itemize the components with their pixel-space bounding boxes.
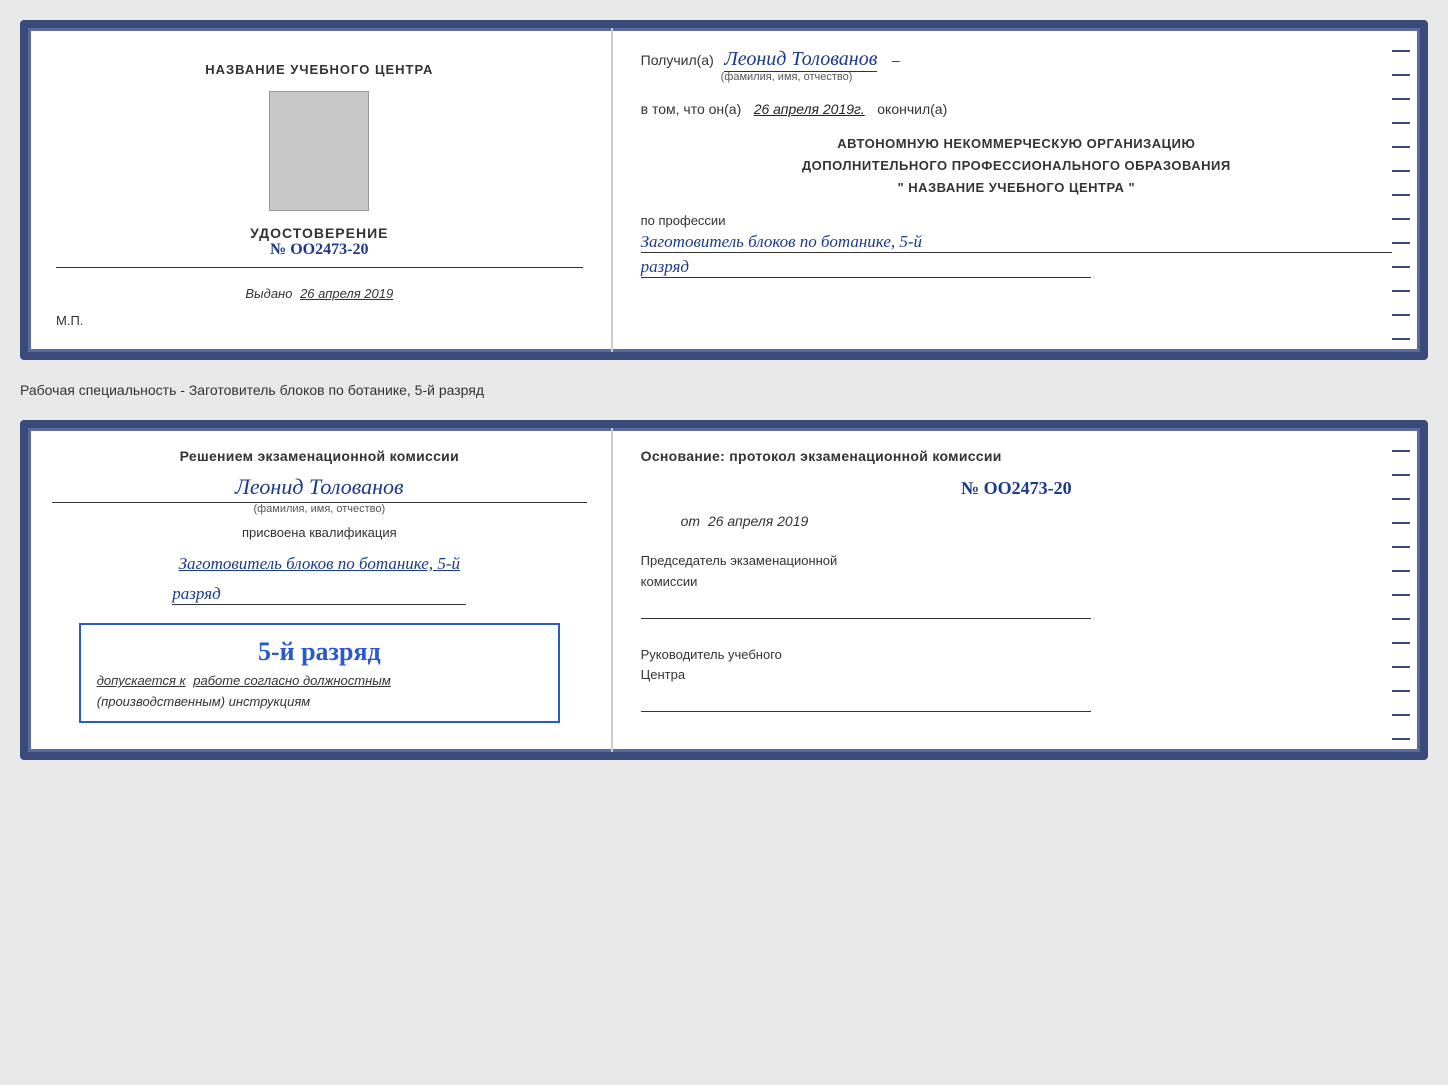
chairman-block: Председатель экзаменационной комиссии: [641, 551, 1392, 619]
chairman-signature: [641, 599, 1092, 619]
card1-left: НАЗВАНИЕ УЧЕБНОГО ЦЕНТРА УДОСТОВЕРЕНИЕ №…: [28, 28, 613, 352]
chairman-line1: Председатель экзаменационной: [641, 551, 1392, 572]
date-value: 26 апреля 2019: [708, 513, 808, 529]
cert-title: УДОСТОВЕРЕНИЕ: [250, 225, 388, 241]
profession-label: по профессии: [641, 213, 1392, 228]
director-title: Руководитель учебного Центра: [641, 645, 1392, 687]
specialty-label: Рабочая специальность - Заготовитель бло…: [20, 378, 1428, 402]
issued-label: Выдано: [245, 286, 292, 301]
org-block: АВТОНОМНУЮ НЕКОММЕРЧЕСКУЮ ОРГАНИЗАЦИЮ ДО…: [641, 133, 1392, 199]
person-block: Леонид Толованов (фамилия, имя, отчество…: [52, 474, 587, 515]
protocol-number: № OO2473-20: [641, 478, 1392, 499]
chairman-title: Председатель экзаменационной комиссии: [641, 551, 1392, 593]
stamp-subtitle: допускается к работе согласно должностны…: [97, 673, 542, 688]
decision-text: Решением экзаменационной комиссии: [180, 448, 459, 464]
card2-left: Решением экзаменационной комиссии Леонид…: [28, 428, 613, 752]
person-name: Леонид Толованов: [52, 474, 587, 503]
protocol-date: от 26 апреля 2019: [641, 513, 1392, 529]
card1-right: Получил(а) Леонид Толованов – (фамилия, …: [613, 28, 1420, 352]
org-line2: ДОПОЛНИТЕЛЬНОГО ПРОФЕССИОНАЛЬНОГО ОБРАЗО…: [641, 155, 1392, 177]
received-prefix: Получил(а): [641, 52, 714, 68]
director-line1: Руководитель учебного: [641, 645, 1392, 666]
issued-line: Выдано 26 апреля 2019: [245, 286, 393, 301]
stamp-line1: допускается к: [97, 673, 186, 688]
issued-date: 26 апреля 2019: [300, 286, 393, 301]
qualification-name: Заготовитель блоков по ботанике, 5-й: [179, 554, 460, 574]
razryad-second: разряд: [172, 584, 466, 605]
razryad-line: разряд: [641, 257, 1092, 278]
name-sublabel-1: (фамилия, имя, отчество): [721, 71, 1392, 83]
document-card-1: НАЗВАНИЕ УЧЕБНОГО ЦЕНТРА УДОСТОВЕРЕНИЕ №…: [20, 20, 1428, 360]
photo-placeholder: [269, 91, 369, 211]
profession-name: Заготовитель блоков по ботанике, 5-й: [641, 232, 1392, 253]
org-line1: АВТОНОМНУЮ НЕКОММЕРЧЕСКУЮ ОРГАНИЗАЦИЮ: [641, 133, 1392, 155]
cert-title-block: УДОСТОВЕРЕНИЕ № OO2473-20: [250, 225, 388, 259]
confirm-block: в том, что он(а) 26 апреля 2019г. окончи…: [641, 101, 1392, 119]
recipient-block: Получил(а) Леонид Толованов – (фамилия, …: [641, 48, 1392, 83]
confirm-prefix: в том, что он(а): [641, 101, 742, 117]
divider-1: [56, 267, 583, 268]
date-prefix: от: [681, 513, 700, 529]
director-line2: Центра: [641, 665, 1392, 686]
stamp-underline: работе согласно должностным: [193, 673, 390, 688]
document-card-2: Решением экзаменационной комиссии Леонид…: [20, 420, 1428, 760]
director-block: Руководитель учебного Центра: [641, 645, 1392, 713]
stamp-italic-line: (производственным) инструкциям: [97, 694, 542, 709]
training-center-title: НАЗВАНИЕ УЧЕБНОГО ЦЕНТРА: [205, 62, 433, 77]
cert-number: № OO2473-20: [250, 241, 388, 259]
org-line3: " НАЗВАНИЕ УЧЕБНОГО ЦЕНТРА ": [641, 177, 1392, 199]
page-wrapper: НАЗВАНИЕ УЧЕБНОГО ЦЕНТРА УДОСТОВЕРЕНИЕ №…: [20, 20, 1428, 760]
basis-title: Основание: протокол экзаменационной коми…: [641, 448, 1392, 464]
chairman-line2: комиссии: [641, 572, 1392, 593]
mp-label: М.П.: [56, 313, 83, 328]
card2-right: Основание: протокол экзаменационной коми…: [613, 428, 1420, 752]
stamp-italic: (производственным) инструкциям: [97, 694, 310, 709]
profession-block: по профессии Заготовитель блоков по бота…: [641, 213, 1392, 278]
qualification-assigned: присвоена квалификация: [242, 525, 397, 540]
confirm-suffix: окончил(а): [877, 101, 947, 117]
recipient-name: Леонид Толованов: [724, 48, 877, 72]
confirm-date: 26 апреля 2019г.: [754, 101, 865, 117]
stamp-title: 5-й разряд: [97, 637, 542, 667]
stamp-box: 5-й разряд допускается к работе согласно…: [79, 623, 560, 723]
director-signature: [641, 692, 1092, 712]
name-sublabel-2: (фамилия, имя, отчество): [52, 503, 587, 515]
